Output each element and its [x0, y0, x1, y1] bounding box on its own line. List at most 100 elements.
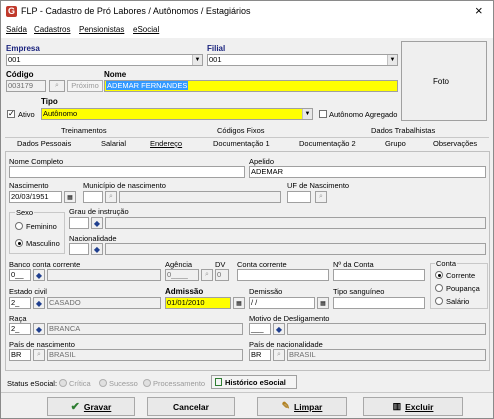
tab-documentacao-2[interactable]: Documentação 2	[299, 139, 356, 148]
conta-corrente-field[interactable]	[237, 269, 329, 281]
nome-value: ADEMAR FERNANDES	[106, 81, 189, 90]
admissao-field[interactable]: 01/01/2010	[165, 297, 231, 309]
menu-esocial[interactable]: eSocial	[133, 25, 159, 34]
binoculars-icon[interactable]: ⌕	[105, 191, 117, 203]
nacionalidade-code-field[interactable]	[69, 243, 89, 255]
menu-saida[interactable]: Saída	[6, 25, 27, 34]
app-logo-icon: G	[6, 6, 17, 17]
nome-completo-field[interactable]	[9, 166, 245, 178]
critica-radio	[59, 379, 67, 387]
tab-treinamentos[interactable]: Treinamentos	[61, 126, 107, 135]
nome-field[interactable]: ADEMAR FERNANDES	[104, 80, 398, 92]
search-icon[interactable]: ◆	[273, 323, 285, 335]
nacionalidade-label: Nacionalidade	[69, 234, 117, 243]
calendar-icon[interactable]: ▦	[233, 297, 245, 309]
masculino-label: Masculino	[26, 239, 60, 248]
dv-label: DV	[215, 260, 226, 269]
empresa-select[interactable]: 001 ▼	[6, 54, 203, 66]
search-icon[interactable]: ◆	[91, 243, 103, 255]
codigo-label: Código	[6, 70, 34, 79]
menu-bar: Saída Cadastros Pensionistas eSocial	[1, 23, 493, 38]
binoculars-icon[interactable]: ⌕	[201, 269, 213, 281]
demissao-label: Demissão	[249, 287, 283, 296]
photo-frame[interactable]: Foto	[401, 41, 487, 121]
calendar-icon[interactable]: ▦	[64, 191, 76, 203]
tab-endereco[interactable]: Endereço	[150, 139, 182, 148]
grau-code-field[interactable]	[69, 217, 89, 229]
search-icon[interactable]: ◆	[91, 217, 103, 229]
poupanca-radio[interactable]	[435, 284, 443, 292]
n-conta-field[interactable]	[333, 269, 425, 281]
autonomo-agregado-label: Autônomo Agregado	[329, 110, 398, 119]
apelido-field[interactable]: ADEMAR	[249, 166, 486, 178]
gravar-button[interactable]: ✔ Gravar	[47, 397, 135, 416]
municipio-code-field[interactable]	[83, 191, 103, 203]
tipo-sanguineo-field[interactable]	[333, 297, 425, 309]
ativo-checkbox[interactable]: ✓	[7, 110, 15, 118]
pais-nac-code-field[interactable]: BR	[249, 349, 271, 361]
motivo-label: Motivo de Desligamento	[249, 314, 330, 323]
binoculars-icon[interactable]: ⌕	[273, 349, 285, 361]
feminino-label: Feminino	[26, 222, 57, 231]
agencia-field[interactable]: 0____	[165, 269, 199, 281]
autonomo-agregado-checkbox[interactable]	[319, 110, 327, 118]
chevron-down-icon[interactable]: ▼	[192, 55, 202, 65]
filial-select[interactable]: 001 ▼	[207, 54, 398, 66]
limpar-button[interactable]: ✎ Limpar	[257, 397, 347, 416]
demissao-field[interactable]: / /	[249, 297, 315, 309]
proximo-button[interactable]: Próximo	[67, 80, 103, 92]
dv-field[interactable]: 0	[215, 269, 229, 281]
excluir-button[interactable]: ▥ Excluir	[363, 397, 463, 416]
menu-cadastros[interactable]: Cadastros	[34, 25, 70, 34]
corrente-radio[interactable]	[435, 271, 443, 279]
sucesso-label: Sucesso	[109, 379, 138, 388]
tab-salarial[interactable]: Salarial	[101, 139, 126, 148]
tipo-label: Tipo	[41, 97, 58, 106]
admissao-label: Admissão	[165, 287, 204, 296]
historico-esocial-button[interactable]: Histórico eSocial	[211, 375, 297, 389]
banco-field[interactable]: 0__	[9, 269, 31, 281]
salario-radio[interactable]	[435, 297, 443, 305]
tipo-sanguineo-label: Tipo sanguíneo	[333, 287, 385, 296]
search-icon[interactable]: ◆	[33, 297, 45, 309]
tab-dados-trabalhistas[interactable]: Dados Trabalhistas	[371, 126, 435, 135]
agencia-label: Agência	[165, 260, 193, 269]
search-icon[interactable]: ◆	[33, 323, 45, 335]
pais-nasc-name-field: BRASIL	[47, 349, 243, 361]
banco-label: Banco conta corrente	[9, 260, 81, 269]
estado-civil-code-field[interactable]: 2_	[9, 297, 31, 309]
motivo-code-field[interactable]: ___	[249, 323, 271, 335]
check-icon: ✔	[70, 401, 80, 413]
masculino-radio[interactable]	[15, 239, 23, 247]
search-icon[interactable]: ◆	[33, 269, 45, 281]
pais-nasc-code-field[interactable]: BR	[9, 349, 31, 361]
raca-code-field[interactable]: 2_	[9, 323, 31, 335]
cancelar-label: Cancelar	[173, 401, 209, 412]
chevron-down-icon[interactable]: ▼	[387, 55, 397, 65]
tab-codigos-fixos[interactable]: Códigos Fixos	[217, 126, 265, 135]
tipo-select[interactable]: Autônomo ▼	[41, 108, 313, 120]
close-icon[interactable]: ×	[475, 3, 483, 18]
binoculars-icon[interactable]: ⌕	[315, 191, 327, 203]
menu-pensionistas[interactable]: Pensionistas	[79, 25, 124, 34]
uf-field[interactable]	[287, 191, 311, 203]
nascimento-field[interactable]: 20/03/1951	[9, 191, 62, 203]
sexo-label: Sexo	[15, 208, 35, 217]
tab-dados-pessoais[interactable]: Dados Pessoais	[17, 139, 71, 148]
cancelar-button[interactable]: Cancelar	[147, 397, 235, 416]
chevron-down-icon[interactable]: ▼	[302, 109, 312, 119]
tab-documentacao-1[interactable]: Documentação 1	[213, 139, 270, 148]
n-conta-label: Nº da Conta	[333, 260, 374, 269]
binoculars-icon[interactable]: ⌕	[33, 349, 45, 361]
estado-civil-label: Estado civil	[9, 287, 47, 296]
tab-grupo[interactable]: Grupo	[385, 139, 406, 148]
calendar-icon[interactable]: ▦	[317, 297, 329, 309]
codigo-field[interactable]: 003179	[6, 80, 46, 92]
tab-observacoes[interactable]: Observações	[433, 139, 477, 148]
feminino-radio[interactable]	[15, 222, 23, 230]
binoculars-icon[interactable]: ⌕	[49, 80, 65, 92]
municipio-name-field	[119, 191, 281, 203]
motivo-name-field	[287, 323, 486, 335]
municipio-label: Município de nascimento	[83, 181, 166, 190]
processamento-radio	[143, 379, 151, 387]
